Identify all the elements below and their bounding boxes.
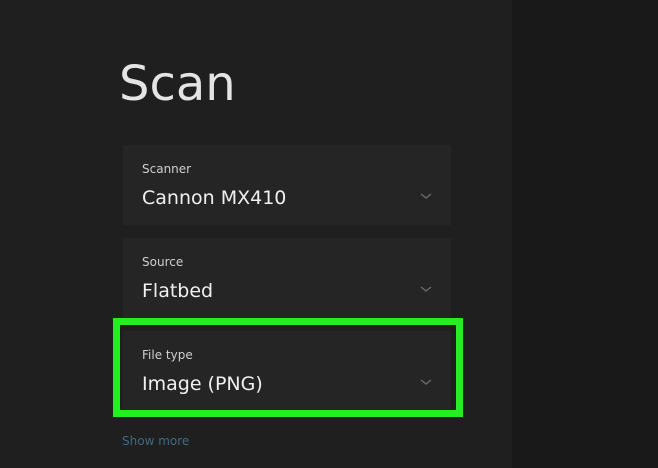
page-title: Scan	[119, 56, 236, 112]
chevron-down-icon	[420, 286, 432, 292]
scanner-label: Scanner	[142, 162, 192, 176]
file-type-dropdown[interactable]: File type Image (PNG)	[123, 331, 451, 411]
file-type-label: File type	[142, 348, 193, 362]
scanner-value: Cannon MX410	[142, 187, 287, 209]
chevron-down-icon	[420, 193, 432, 199]
source-dropdown[interactable]: Source Flatbed	[123, 238, 451, 318]
settings-pane: Scan Scanner Cannon MX410 Source Flatbed…	[0, 0, 512, 468]
show-more-link[interactable]: Show more	[122, 434, 189, 448]
scan-app: Scan Scanner Cannon MX410 Source Flatbed…	[0, 0, 658, 468]
source-value: Flatbed	[142, 280, 214, 302]
preview-pane	[512, 0, 658, 468]
chevron-down-icon	[420, 379, 432, 385]
file-type-value: Image (PNG)	[142, 373, 263, 395]
source-label: Source	[142, 255, 184, 269]
scanner-dropdown[interactable]: Scanner Cannon MX410	[123, 145, 451, 225]
